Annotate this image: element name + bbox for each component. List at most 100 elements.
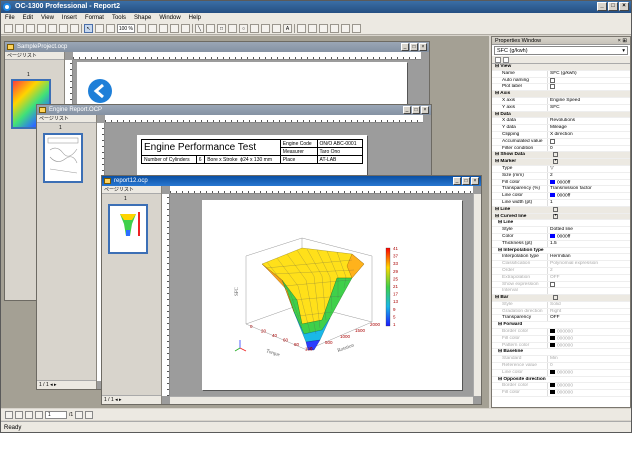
property-row[interactable]: ⊟ Forward bbox=[492, 322, 630, 330]
property-value[interactable]: Mileage bbox=[547, 125, 630, 131]
property-row[interactable]: Style Dotted line bbox=[492, 227, 630, 234]
property-value[interactable]: 000000 bbox=[547, 335, 630, 342]
property-value[interactable]: 2 bbox=[547, 267, 630, 274]
property-value[interactable] bbox=[547, 281, 630, 288]
first-page-icon[interactable] bbox=[25, 410, 33, 419]
categorized-icon[interactable] bbox=[495, 56, 501, 63]
property-row[interactable]: ⊟ Opposite direction bbox=[492, 377, 630, 384]
property-row[interactable]: ⊟ Baseline bbox=[492, 349, 630, 357]
checkbox[interactable] bbox=[553, 295, 558, 301]
cut-icon[interactable] bbox=[48, 24, 57, 33]
property-row[interactable]: Plot label bbox=[492, 84, 630, 92]
property-section[interactable]: ⊟ Bar bbox=[492, 295, 630, 302]
property-row[interactable]: Line width (pt) 1 bbox=[492, 199, 630, 207]
text-icon[interactable] bbox=[181, 24, 190, 33]
checkbox[interactable] bbox=[550, 77, 555, 83]
property-value[interactable]: Right bbox=[547, 308, 630, 315]
property-row[interactable]: Fill color 000000 bbox=[492, 390, 630, 398]
property-row[interactable]: Fill color 000000 bbox=[492, 335, 630, 343]
property-row[interactable]: Pattern color 000000 bbox=[492, 342, 630, 350]
minimize-button[interactable]: _ bbox=[403, 106, 411, 114]
group-icon[interactable] bbox=[148, 24, 157, 33]
chart-icon[interactable] bbox=[159, 24, 168, 33]
property-value[interactable]: Min bbox=[547, 356, 630, 363]
property-row[interactable]: Show expression bbox=[492, 281, 630, 289]
property-value[interactable] bbox=[547, 77, 630, 84]
menu-view[interactable]: View bbox=[41, 13, 54, 23]
property-row[interactable]: Size (mm) 2 bbox=[492, 172, 630, 180]
checkbox[interactable] bbox=[553, 152, 558, 158]
report12-window[interactable]: report12.ocp _ □ × ページリスト 1 1 / 1 ◂ ▸ 41… bbox=[101, 175, 482, 405]
view-mode-icon[interactable] bbox=[5, 410, 13, 419]
new-file-icon[interactable] bbox=[4, 24, 13, 33]
paste-icon[interactable] bbox=[70, 24, 79, 33]
menu-edit[interactable]: Edit bbox=[23, 13, 33, 23]
property-section[interactable]: ⊟ Curved line bbox=[492, 213, 630, 221]
property-row[interactable]: Reference value 0 bbox=[492, 363, 630, 370]
polygon-tool-icon[interactable] bbox=[261, 24, 270, 33]
vertical-scrollbar[interactable] bbox=[473, 194, 481, 396]
property-value[interactable]: Solid bbox=[547, 301, 630, 308]
property-row[interactable]: Fill color 0000ff bbox=[492, 179, 630, 187]
property-section[interactable]: ⊟ Data bbox=[492, 111, 630, 119]
menu-help[interactable]: Help bbox=[189, 13, 201, 23]
next-page-icon[interactable] bbox=[75, 410, 84, 419]
property-value[interactable]: 0000ff bbox=[547, 193, 630, 199]
window-titlebar[interactable]: SampleProject.ocp _ □ × bbox=[5, 42, 429, 52]
copy-icon[interactable] bbox=[59, 24, 68, 33]
property-value[interactable]: 000000 bbox=[547, 329, 630, 335]
minimize-button[interactable]: _ bbox=[597, 2, 607, 11]
property-value[interactable]: 2 bbox=[547, 172, 630, 179]
property-row[interactable]: Name SFC (g/kwh) bbox=[492, 70, 630, 78]
maximize-button[interactable]: □ bbox=[608, 2, 618, 11]
property-value[interactable]: ▽ bbox=[547, 165, 630, 172]
property-value[interactable]: X direction bbox=[547, 131, 630, 138]
maximize-button[interactable]: □ bbox=[462, 177, 470, 185]
property-row[interactable]: Type ▽ bbox=[492, 165, 630, 173]
prev-page-icon[interactable] bbox=[35, 410, 43, 419]
window-titlebar[interactable]: Engine Report.OCP _ □ × bbox=[37, 105, 431, 115]
maximize-button[interactable]: □ bbox=[410, 43, 418, 51]
property-value[interactable]: Transmission factor bbox=[547, 186, 630, 193]
property-row[interactable]: ⊟ Interpolation type bbox=[492, 248, 630, 255]
property-row[interactable]: Order 2 bbox=[492, 267, 630, 275]
property-value[interactable] bbox=[547, 138, 630, 145]
page-number-input[interactable]: 1 bbox=[45, 410, 67, 419]
property-row[interactable]: Color 0000ff bbox=[492, 233, 630, 241]
property-row[interactable]: Style Solid bbox=[492, 301, 630, 309]
minimize-button[interactable]: _ bbox=[401, 43, 409, 51]
textbox-tool-icon[interactable]: A bbox=[283, 24, 292, 33]
arc-tool-icon[interactable] bbox=[250, 24, 259, 33]
zoom-input[interactable]: 100 % bbox=[117, 24, 135, 33]
property-row[interactable]: Accumulated value bbox=[492, 138, 630, 146]
property-value[interactable]: SFC (g/kwh) bbox=[547, 70, 630, 77]
checkbox[interactable] bbox=[550, 84, 555, 90]
checkbox[interactable] bbox=[553, 206, 558, 212]
property-value[interactable]: 000000 bbox=[547, 390, 630, 397]
app-titlebar[interactable]: OC-1300 Professional - Report2 _ □ × bbox=[1, 1, 631, 13]
checkbox[interactable] bbox=[553, 213, 559, 219]
maximize-button[interactable]: □ bbox=[412, 106, 420, 114]
checkbox[interactable] bbox=[553, 159, 559, 165]
hand-tool-icon[interactable] bbox=[95, 24, 104, 33]
menu-window[interactable]: Window bbox=[159, 13, 180, 23]
flip-icon[interactable] bbox=[352, 24, 361, 33]
property-value[interactable]: 0 bbox=[547, 145, 630, 152]
property-value[interactable]: Revolutions bbox=[547, 118, 630, 125]
horizontal-scrollbar[interactable] bbox=[170, 396, 473, 404]
property-value[interactable]: 0000ff bbox=[547, 233, 630, 240]
property-section[interactable]: ⊟ Show Data bbox=[492, 152, 630, 160]
surface-3d-chart[interactable]: 4137332925211713951 020406080100 0500100… bbox=[202, 200, 462, 390]
close-button[interactable]: × bbox=[419, 43, 427, 51]
property-section[interactable]: ⊟ Line bbox=[492, 206, 630, 214]
close-button[interactable]: × bbox=[619, 2, 629, 11]
align-icon[interactable] bbox=[137, 24, 146, 33]
property-value[interactable]: OFF bbox=[547, 274, 630, 281]
menu-format[interactable]: Format bbox=[85, 13, 104, 23]
property-row[interactable]: Gradation direction Right bbox=[492, 308, 630, 316]
page-nav-bar[interactable]: 1 / 1 ◂ ▸ bbox=[102, 395, 161, 404]
property-value[interactable]: 000000 bbox=[547, 369, 630, 376]
property-section[interactable]: ⊟ Marker bbox=[492, 159, 630, 166]
menu-tools[interactable]: Tools bbox=[112, 13, 126, 23]
menu-shape[interactable]: Shape bbox=[134, 13, 151, 23]
